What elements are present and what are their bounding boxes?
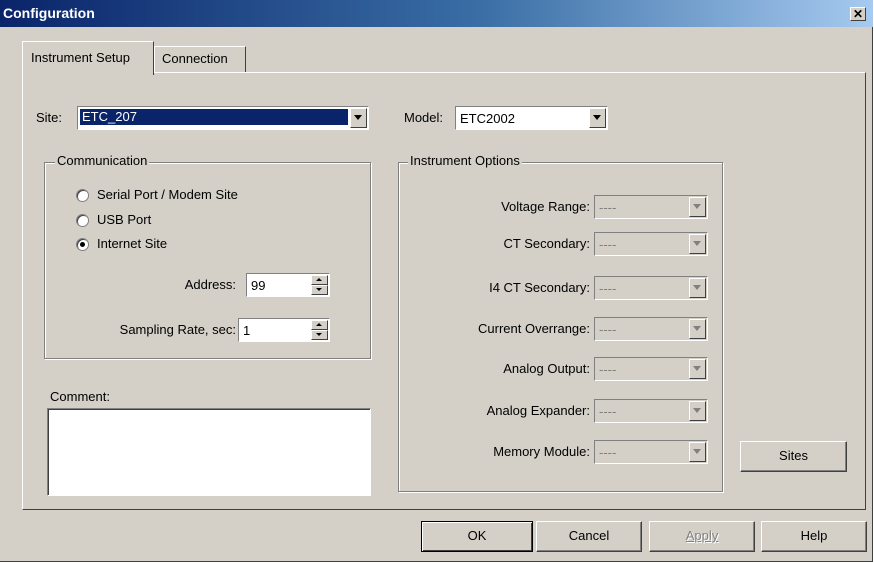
serial-port-radio[interactable] <box>76 189 89 202</box>
site-value: ETC_207 <box>80 109 348 125</box>
analog-expander-select: ---- <box>594 399 708 423</box>
ok-button[interactable]: OK <box>421 521 533 552</box>
site-dropdown-arrow-icon[interactable] <box>350 108 367 128</box>
voltage-range-value: ---- <box>599 200 617 215</box>
ct-secondary-value: ---- <box>599 237 617 252</box>
model-label: Model: <box>404 110 444 125</box>
comment-textarea[interactable] <box>47 408 371 496</box>
internet-site-radio[interactable] <box>76 238 89 251</box>
i4-ct-secondary-label: I4 CT Secondary: <box>489 280 590 295</box>
configuration-dialog: Configuration ✕ Instrument Setup Connect… <box>0 0 873 562</box>
tab-instrument-setup-label: Instrument Setup <box>31 50 130 65</box>
apply-button-label: Apply <box>685 528 719 543</box>
serial-port-label[interactable]: Serial Port / Modem Site <box>97 187 238 202</box>
dropdown-arrow-icon <box>689 197 706 217</box>
current-overrange-label: Current Overrange: <box>478 321 590 336</box>
tab-connection-label: Connection <box>162 51 228 66</box>
dropdown-arrow-icon <box>689 278 706 298</box>
close-icon: ✕ <box>852 7 864 21</box>
usb-port-label[interactable]: USB Port <box>97 212 151 227</box>
current-overrange-value: ---- <box>599 322 617 337</box>
comment-label: Comment: <box>50 389 110 404</box>
i4-ct-secondary-value: ---- <box>599 281 617 296</box>
model-select[interactable]: ETC2002 <box>455 106 608 130</box>
instrument-options-title: Instrument Options <box>408 153 522 168</box>
memory-module-value: ---- <box>599 445 617 460</box>
voltage-range-select: ---- <box>594 195 708 219</box>
address-value: 99 <box>251 278 266 293</box>
voltage-range-label: Voltage Range: <box>501 199 590 214</box>
sampling-rate-spin-buttons[interactable] <box>311 320 328 340</box>
analog-output-select: ---- <box>594 357 708 381</box>
sampling-rate-spinner[interactable]: 1 <box>238 318 330 342</box>
memory-module-label: Memory Module: <box>493 444 590 459</box>
analog-expander-label: Analog Expander: <box>486 403 590 418</box>
spin-down-icon[interactable] <box>311 285 328 295</box>
sampling-rate-value: 1 <box>243 323 251 338</box>
cancel-button[interactable]: Cancel <box>536 521 642 552</box>
dropdown-arrow-icon <box>689 359 706 379</box>
spin-up-icon[interactable] <box>311 275 328 285</box>
close-button[interactable]: ✕ <box>850 7 866 21</box>
i4-ct-secondary-select: ---- <box>594 276 708 300</box>
sampling-rate-label: Sampling Rate, sec: <box>119 322 236 337</box>
usb-port-radio[interactable] <box>76 214 89 227</box>
tab-instrument-setup[interactable]: Instrument Setup <box>22 41 154 75</box>
site-label: Site: <box>36 110 63 125</box>
dropdown-arrow-icon <box>689 234 706 254</box>
internet-site-label[interactable]: Internet Site <box>97 236 167 251</box>
address-label: Address: <box>184 277 236 292</box>
title-bar: Configuration ✕ <box>0 0 873 27</box>
communication-title: Communication <box>55 153 150 168</box>
model-dropdown-arrow-icon[interactable] <box>589 108 606 128</box>
model-value: ETC2002 <box>460 111 515 126</box>
analog-output-label: Analog Output: <box>503 361 590 376</box>
address-spin-buttons[interactable] <box>311 275 328 295</box>
address-spinner[interactable]: 99 <box>246 273 330 297</box>
spin-up-icon[interactable] <box>311 320 328 330</box>
ct-secondary-label: CT Secondary: <box>503 236 590 251</box>
window-title: Configuration <box>3 5 95 21</box>
dropdown-arrow-icon <box>689 319 706 339</box>
analog-output-value: ---- <box>599 362 617 377</box>
analog-expander-value: ---- <box>599 404 617 419</box>
dropdown-arrow-icon <box>689 442 706 462</box>
ct-secondary-select: ---- <box>594 232 708 256</box>
apply-button[interactable]: Apply <box>649 521 755 552</box>
sites-button[interactable]: Sites <box>740 441 847 472</box>
current-overrange-select: ---- <box>594 317 708 341</box>
help-button[interactable]: Help <box>761 521 867 552</box>
dropdown-arrow-icon <box>689 401 706 421</box>
tab-connection[interactable]: Connection <box>154 46 246 73</box>
memory-module-select: ---- <box>594 440 708 464</box>
site-select[interactable]: ETC_207 <box>77 106 369 130</box>
spin-down-icon[interactable] <box>311 330 328 340</box>
